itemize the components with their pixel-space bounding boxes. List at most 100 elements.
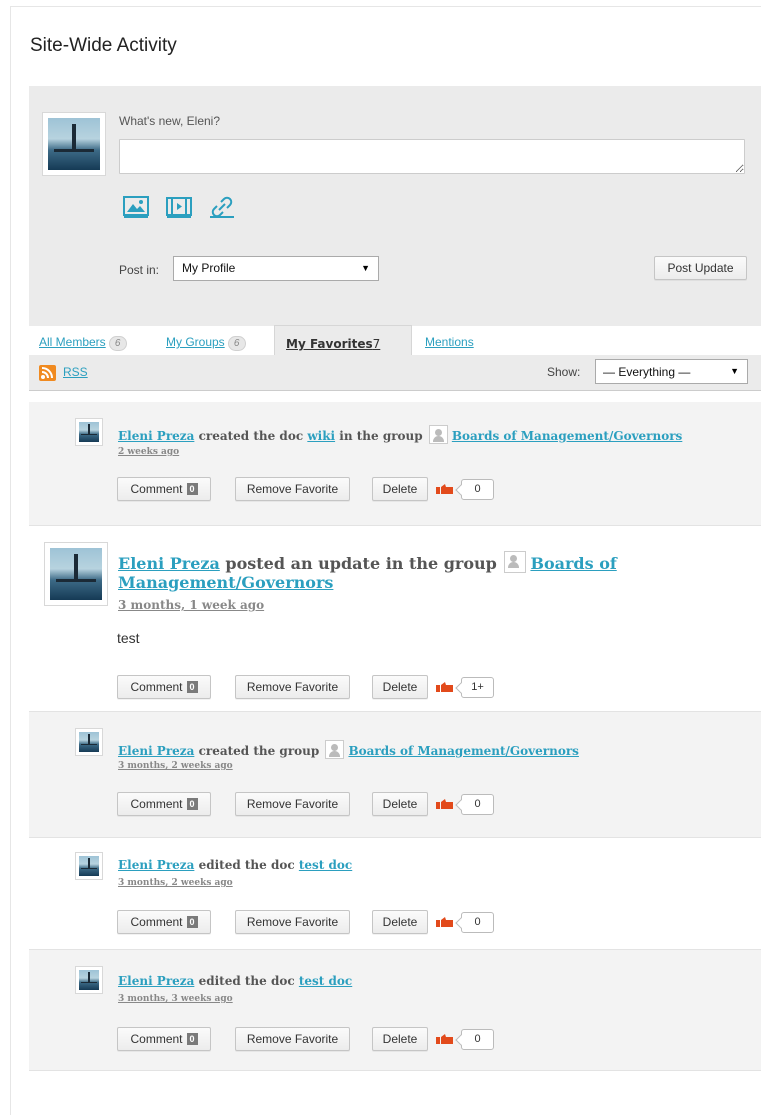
activity-content: test xyxy=(117,630,140,646)
group-avatar-icon[interactable] xyxy=(504,551,527,573)
activity-action: edited the doc xyxy=(198,974,295,988)
tab-label: My Groups xyxy=(166,335,225,349)
comment-label: Comment xyxy=(130,915,183,929)
like-count: 0 xyxy=(461,1029,494,1050)
comment-count: 0 xyxy=(186,798,198,810)
activity-header: Eleni Preza created the doc wiki in the … xyxy=(118,425,682,444)
activity-action: created the doc xyxy=(198,429,304,443)
page-title: Site-Wide Activity xyxy=(30,35,177,56)
activity-avatar[interactable] xyxy=(75,418,103,446)
activity-user-link[interactable]: Eleni Preza xyxy=(118,974,194,988)
like-count: 0 xyxy=(461,479,494,500)
remove-favorite-button[interactable]: Remove Favorite xyxy=(235,910,350,934)
remove-favorite-button[interactable]: Remove Favorite xyxy=(235,675,350,699)
activity-tabs: All Members 6 My Groups 6 My Favorites7 Me… xyxy=(29,325,761,357)
comment-button[interactable]: Comment 0 xyxy=(117,910,211,934)
user-avatar[interactable] xyxy=(42,112,106,176)
activity-object-link[interactable]: test doc xyxy=(299,974,352,988)
link-icon[interactable] xyxy=(209,195,235,219)
like-icon[interactable] xyxy=(436,799,454,809)
activity-item: Eleni Preza created the doc wiki in the … xyxy=(29,402,761,526)
post-in-select[interactable]: My Profile ▼ xyxy=(173,256,379,281)
chevron-down-icon: ▼ xyxy=(730,366,739,376)
activity-action: edited the doc xyxy=(198,858,295,872)
tab-label: Mentions xyxy=(425,335,474,349)
activity-user-link[interactable]: Eleni Preza xyxy=(118,744,194,758)
show-filter-select[interactable]: — Everything — ▼ xyxy=(595,359,748,384)
tab-count: 6 xyxy=(227,336,246,351)
activity-action: posted an update in the group xyxy=(225,554,497,573)
tab-all-members[interactable]: All Members 6 xyxy=(39,335,127,351)
comment-label: Comment xyxy=(130,680,183,694)
activity-item: Eleni Preza edited the doc test doc 3 mo… xyxy=(29,838,761,950)
tab-mentions[interactable]: Mentions xyxy=(425,335,474,349)
media-toolbar xyxy=(123,195,235,219)
like-count: 0 xyxy=(461,794,494,815)
activity-subnav: RSS Show: — Everything — ▼ xyxy=(29,355,761,391)
like-count: 1+ xyxy=(461,677,494,698)
group-link-line2[interactable]: Management/Governors xyxy=(118,573,333,592)
like-icon[interactable] xyxy=(436,1034,454,1044)
like-icon[interactable] xyxy=(436,484,454,494)
tab-count: 6 xyxy=(108,336,127,351)
like-icon[interactable] xyxy=(436,682,454,692)
activity-user-link[interactable]: Eleni Preza xyxy=(118,858,194,872)
comment-button[interactable]: Comment 0 xyxy=(117,477,211,501)
delete-button[interactable]: Delete xyxy=(372,477,428,501)
tab-my-groups[interactable]: My Groups 6 xyxy=(166,335,246,351)
delete-button[interactable]: Delete xyxy=(372,675,428,699)
group-link[interactable]: Boards of Management/Governors xyxy=(452,429,682,443)
tab-label: All Members xyxy=(39,335,106,349)
activity-header: Eleni Preza edited the doc test doc xyxy=(118,857,352,873)
comment-label: Comment xyxy=(130,1032,183,1046)
group-avatar-icon[interactable] xyxy=(428,425,448,444)
group-avatar-icon[interactable] xyxy=(325,740,345,759)
activity-user-link[interactable]: Eleni Preza xyxy=(118,554,220,573)
comment-button[interactable]: Comment 0 xyxy=(117,675,211,699)
whats-new-textarea[interactable] xyxy=(119,139,745,174)
activity-avatar[interactable] xyxy=(75,966,103,994)
whats-new-label: What's new, Eleni? xyxy=(119,114,221,128)
delete-button[interactable]: Delete xyxy=(372,1027,428,1051)
activity-timestamp[interactable]: 3 months, 2 weeks ago xyxy=(118,761,233,771)
post-update-button[interactable]: Post Update xyxy=(654,256,747,280)
activity-item: Eleni Preza posted an update in the grou… xyxy=(29,526,761,712)
group-link[interactable]: Boards of xyxy=(530,554,616,573)
activity-object-link[interactable]: test doc xyxy=(299,858,352,872)
activity-avatar[interactable] xyxy=(44,542,108,606)
chevron-down-icon: ▼ xyxy=(361,263,370,273)
activity-page: Site-Wide Activity What's new, Eleni? Po… xyxy=(10,6,761,1115)
post-in-selected: My Profile xyxy=(182,261,236,275)
activity-avatar[interactable] xyxy=(75,852,103,880)
group-link[interactable]: Boards of Management/Governors xyxy=(348,744,578,758)
activity-header: Eleni Preza created the group Boards of … xyxy=(118,740,579,759)
remove-favorite-button[interactable]: Remove Favorite xyxy=(235,1027,350,1051)
activity-timestamp[interactable]: 3 months, 1 week ago xyxy=(118,598,264,612)
show-filter-label: Show: xyxy=(547,365,581,379)
tab-my-favorites[interactable]: My Favorites7 xyxy=(274,325,412,357)
comment-button[interactable]: Comment 0 xyxy=(117,1027,211,1051)
whats-new-form: What's new, Eleni? Post in: My Profile ▼… xyxy=(29,86,761,326)
comment-button[interactable]: Comment 0 xyxy=(117,792,211,816)
remove-favorite-button[interactable]: Remove Favorite xyxy=(235,477,350,501)
delete-button[interactable]: Delete xyxy=(372,792,428,816)
comment-count: 0 xyxy=(186,1033,198,1045)
activity-timestamp[interactable]: 3 months, 3 weeks ago xyxy=(118,994,233,1004)
post-in-label: Post in: xyxy=(119,263,160,277)
activity-avatar[interactable] xyxy=(75,728,103,756)
activity-object-link[interactable]: wiki xyxy=(307,429,335,443)
activity-timestamp[interactable]: 3 months, 2 weeks ago xyxy=(118,878,233,888)
comment-count: 0 xyxy=(186,681,198,693)
activity-user-link[interactable]: Eleni Preza xyxy=(118,429,194,443)
video-icon[interactable] xyxy=(166,195,192,219)
image-icon[interactable] xyxy=(123,195,149,219)
activity-action: created the group xyxy=(198,744,320,758)
remove-favorite-button[interactable]: Remove Favorite xyxy=(235,792,350,816)
delete-button[interactable]: Delete xyxy=(372,910,428,934)
activity-timestamp[interactable]: 2 weeks ago xyxy=(118,447,179,457)
activity-header: Eleni Preza posted an update in the grou… xyxy=(118,551,617,592)
like-icon[interactable] xyxy=(436,917,454,927)
rss-icon[interactable] xyxy=(39,365,56,381)
rss-link[interactable]: RSS xyxy=(63,365,88,379)
activity-item: Eleni Preza created the group Boards of … xyxy=(29,712,761,838)
